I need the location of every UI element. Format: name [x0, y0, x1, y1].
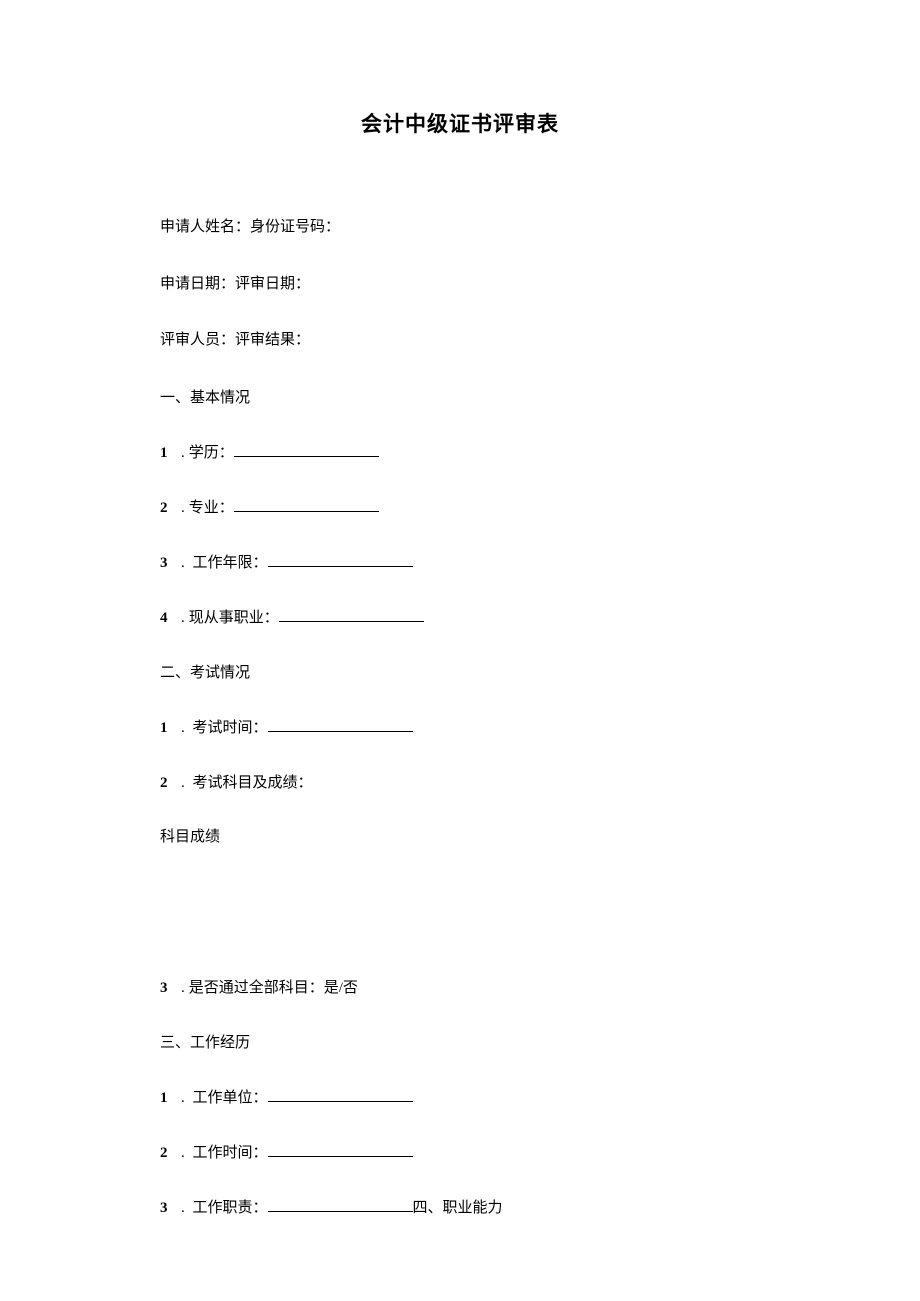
item-dot: .: [181, 610, 185, 626]
section-1-heading: 一、基本情况: [160, 386, 760, 407]
item-number: 3: [160, 1200, 178, 1217]
item-label: 考试时间：: [189, 720, 268, 736]
section-2-heading: 二、考试情况: [160, 661, 760, 682]
section-3-heading: 三、工作经历: [160, 1031, 760, 1052]
blank-line: [234, 445, 379, 457]
applicant-name-line: 申请人姓名：身份证号码：: [160, 216, 760, 239]
work-years-item: 3. 工作年限：: [160, 551, 760, 572]
exam-time-item: 1. 考试时间：: [160, 716, 760, 737]
item-number: 3: [160, 980, 178, 997]
section-4-heading-inline: 四、职业能力: [413, 1200, 503, 1216]
item-dot: .: [181, 720, 185, 736]
item-number: 2: [160, 500, 178, 517]
item-dot: .: [181, 1200, 185, 1216]
item-dot: .: [181, 555, 185, 571]
item-number: 2: [160, 775, 178, 792]
item-label: 考试科目及成绩：: [189, 775, 313, 791]
item-label: 是否通过全部科目：是/否: [189, 980, 358, 996]
item-label: 专业：: [189, 500, 234, 516]
item-number: 1: [160, 445, 178, 462]
work-unit-item: 1. 工作单位：: [160, 1086, 760, 1107]
exam-subject-score-item: 2. 考试科目及成绩：: [160, 771, 760, 792]
item-dot: .: [181, 775, 185, 791]
current-occupation-item: 4.现从事职业：: [160, 606, 760, 627]
work-duty-item: 3. 工作职责： 四、职业能力: [160, 1196, 760, 1217]
item-dot: .: [181, 1090, 185, 1106]
blank-line: [268, 720, 413, 732]
item-number: 2: [160, 1145, 178, 1162]
blank-line: [234, 500, 379, 512]
subject-score-label: 科目成绩: [160, 826, 760, 849]
item-dot: .: [181, 980, 185, 996]
application-date-line: 申请日期：评审日期：: [160, 273, 760, 296]
item-number: 4: [160, 610, 178, 627]
item-number: 1: [160, 1090, 178, 1107]
blank-line: [268, 1090, 413, 1102]
document-title: 会计中级证书评审表: [160, 108, 760, 138]
item-label: 工作时间：: [189, 1145, 268, 1161]
item-label: 工作单位：: [189, 1090, 268, 1106]
item-dot: .: [181, 445, 185, 461]
item-dot: .: [181, 1145, 185, 1161]
major-item: 2.专业：: [160, 496, 760, 517]
blank-line: [268, 1200, 413, 1212]
pass-all-item: 3.是否通过全部科目：是/否: [160, 976, 760, 997]
education-item: 1.学历：: [160, 441, 760, 462]
blank-line: [279, 610, 424, 622]
reviewer-line: 评审人员：评审结果：: [160, 329, 760, 352]
item-label: 工作年限：: [189, 555, 268, 571]
item-dot: .: [181, 500, 185, 516]
blank-line: [268, 555, 413, 567]
item-number: 3: [160, 555, 178, 572]
item-label: 工作职责：: [189, 1200, 268, 1216]
work-time-item: 2. 工作时间：: [160, 1141, 760, 1162]
item-number: 1: [160, 720, 178, 737]
item-label: 学历：: [189, 445, 234, 461]
blank-line: [268, 1145, 413, 1157]
item-label: 现从事职业：: [189, 610, 279, 626]
